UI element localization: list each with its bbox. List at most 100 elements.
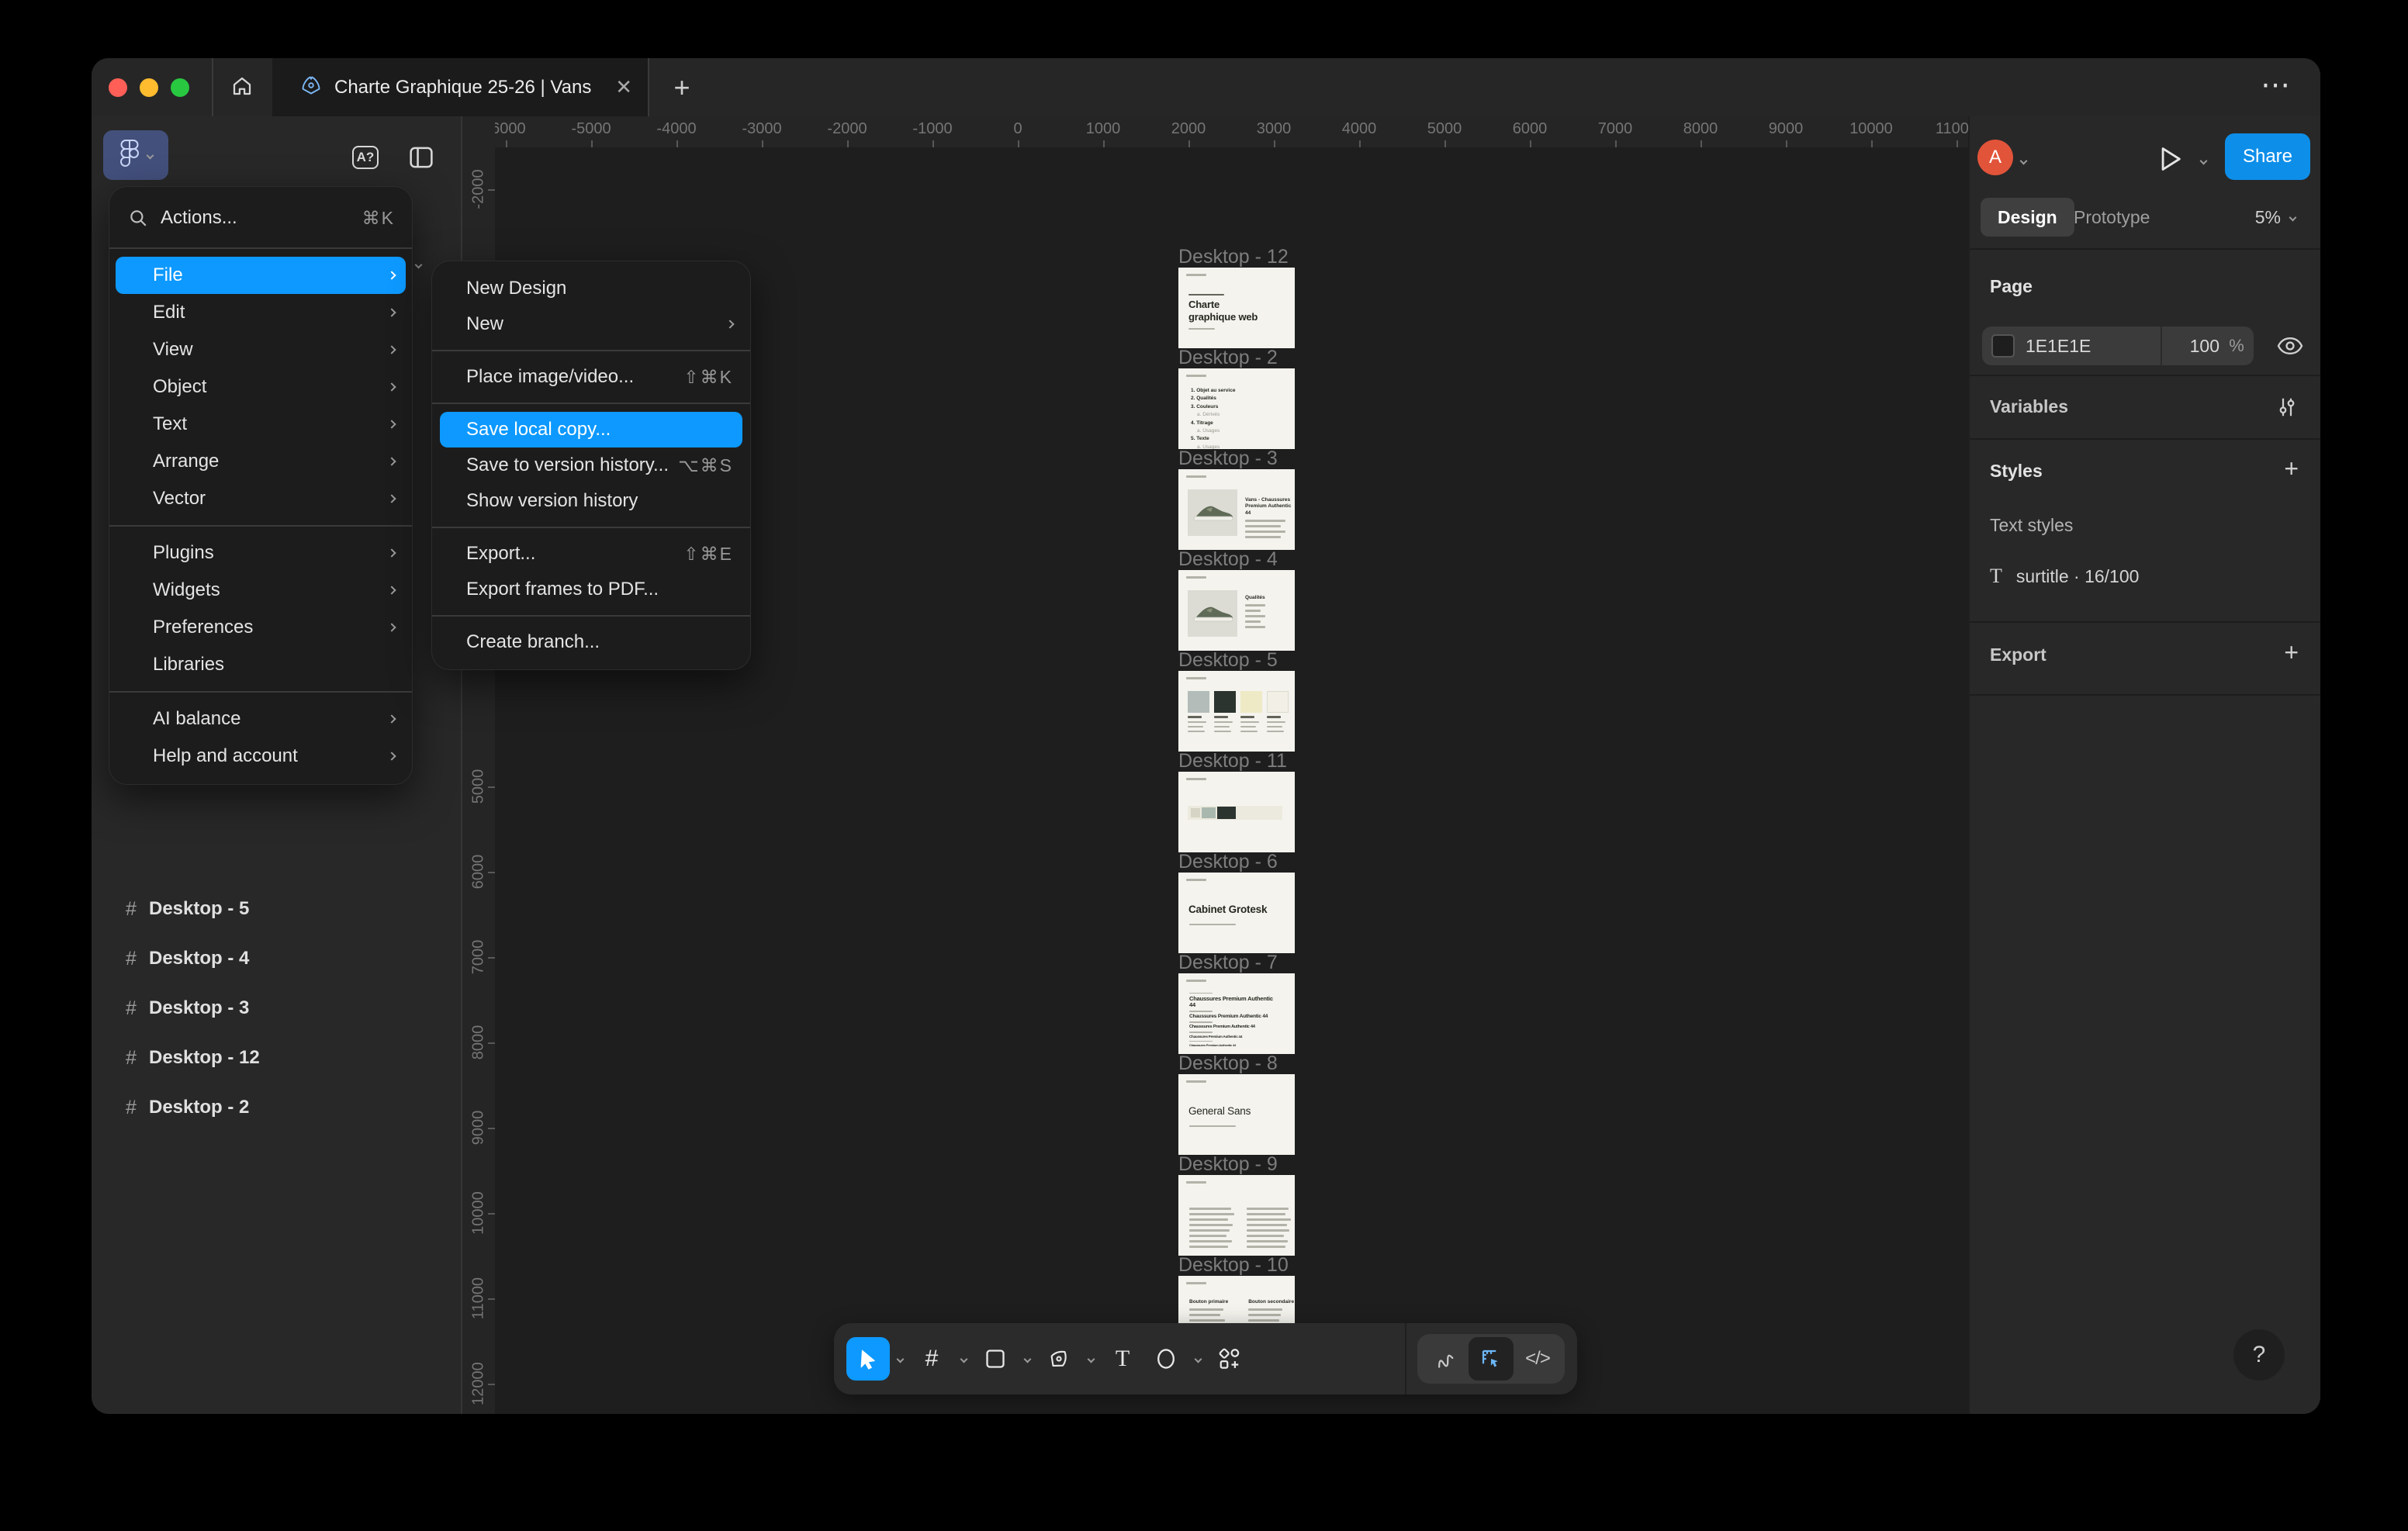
menu-item-text[interactable]: Text	[109, 406, 412, 443]
dev-mode-button[interactable]	[1469, 1337, 1514, 1381]
page-color-hex[interactable]: 1E1E1E	[2026, 336, 2161, 357]
visibility-eye-icon[interactable]	[2277, 335, 2303, 361]
frame-thumbnail-desktop-8[interactable]: General Sans	[1178, 1074, 1295, 1155]
menu-item-arrange[interactable]: Arrange	[109, 443, 412, 480]
share-button[interactable]: Share	[2225, 133, 2310, 180]
pen-tool[interactable]	[1037, 1337, 1081, 1381]
collapse-pages-chevron[interactable]	[416, 257, 421, 271]
menu-item-save-to-version-history[interactable]: Save to version history...⌥⌘S	[432, 448, 750, 483]
help-button[interactable]: ?	[2233, 1329, 2285, 1381]
code-mode-button[interactable]: </>	[1515, 1337, 1560, 1381]
tab-design[interactable]: Design	[1981, 198, 2074, 237]
menu-item-view[interactable]: View	[109, 331, 412, 368]
frame-thumbnail-desktop-12[interactable]: Charte graphique web	[1178, 268, 1295, 348]
draw-mode-button[interactable]	[1422, 1337, 1467, 1381]
add-export-button[interactable]: +	[2284, 638, 2299, 667]
ruler-label: 0	[979, 120, 1057, 138]
ruler-tick	[488, 1298, 495, 1300]
menu-item-ai-balance[interactable]: AI balance	[109, 700, 412, 738]
menu-item-label: Object	[153, 376, 206, 398]
text-style-name: surtitle · 16/100	[2016, 566, 2140, 587]
menu-item-object[interactable]: Object	[109, 368, 412, 406]
page-color-swatch[interactable]	[1991, 334, 2015, 358]
menu-item-preferences[interactable]: Preferences	[109, 609, 412, 646]
ruler-label: 5000	[1406, 120, 1483, 138]
pen-tool-chevron[interactable]	[1081, 1356, 1101, 1362]
close-window-button[interactable]	[109, 78, 127, 97]
frame-thumbnail-desktop-5[interactable]	[1178, 671, 1295, 752]
frame-tool-chevron[interactable]	[953, 1356, 974, 1362]
frame-thumbnail-desktop-9[interactable]	[1178, 1175, 1295, 1256]
frame-thumbnail-desktop-7[interactable]: Chaussures Premium Authentic 44Chaussure…	[1178, 973, 1295, 1054]
menu-item-vector[interactable]: Vector	[109, 480, 412, 517]
frame-thumbnail-desktop-6[interactable]: Cabinet Grotesk	[1178, 873, 1295, 953]
window-more-menu[interactable]: ⋯	[2261, 67, 2292, 102]
menu-item-plugins[interactable]: Plugins	[109, 534, 412, 572]
divider	[1970, 694, 2320, 696]
avatar[interactable]: A	[1977, 140, 2013, 175]
home-button[interactable]	[222, 67, 262, 108]
add-style-button[interactable]: +	[2284, 454, 2299, 483]
frame-thumbnail-desktop-4[interactable]: Qualités	[1178, 570, 1295, 651]
menu-item-create-branch[interactable]: Create branch...	[432, 624, 750, 660]
ruler-label: 8000	[1662, 120, 1739, 138]
sidebar-item-desktop-5[interactable]: #Desktop - 5	[92, 884, 461, 934]
move-tool[interactable]	[846, 1337, 890, 1381]
chevron-right-icon	[389, 384, 395, 390]
zoom-control[interactable]: 5%	[2255, 198, 2296, 237]
zoom-window-button[interactable]	[171, 78, 189, 97]
comment-tool[interactable]	[1144, 1337, 1188, 1381]
actions-tool[interactable]	[1208, 1337, 1251, 1381]
menu-item-place-image-video[interactable]: Place image/video...⇧⌘K	[432, 359, 750, 395]
shape-tool-chevron[interactable]	[1017, 1356, 1037, 1362]
sidebar-item-desktop-4[interactable]: #Desktop - 4	[92, 934, 461, 983]
menu-item-file[interactable]: File	[116, 257, 406, 294]
shape-tool[interactable]	[974, 1337, 1017, 1381]
menu-item-save-local-copy[interactable]: Save local copy...	[440, 412, 742, 448]
menu-item-show-version-history[interactable]: Show version history	[432, 483, 750, 519]
toggle-panel-icon[interactable]	[408, 146, 434, 169]
menu-item-new-design[interactable]: New Design	[432, 271, 750, 306]
tab-prototype[interactable]: Prototype	[2074, 198, 2150, 237]
menu-item-widgets[interactable]: Widgets	[109, 572, 412, 609]
menu-item-edit[interactable]: Edit	[109, 294, 412, 331]
ruler-label: 11000	[1918, 120, 1968, 138]
sidebar-item-desktop-2[interactable]: #Desktop - 2	[92, 1083, 461, 1132]
menu-item-new[interactable]: New	[432, 306, 750, 342]
page-color-row[interactable]: 1E1E1E 100 %	[1982, 327, 2254, 365]
close-tab-icon[interactable]: ✕	[615, 75, 632, 99]
menu-item-actions[interactable]: Actions... ⌘K	[109, 196, 412, 240]
frame-tool[interactable]: #	[910, 1337, 953, 1381]
chevron-down-icon	[146, 151, 154, 159]
menu-shortcut: ⇧⌘E	[683, 544, 733, 565]
minimize-window-button[interactable]	[140, 78, 158, 97]
menu-separator	[432, 350, 750, 351]
file-tab[interactable]: Charte Graphique 25-26 | Vans ✕	[272, 58, 648, 116]
frame-thumbnail-desktop-2[interactable]: 1. Objet au service2. Qualités3. Couleur…	[1178, 368, 1295, 449]
present-button[interactable]	[2157, 144, 2184, 178]
menu-item-help-and-account[interactable]: Help and account	[109, 738, 412, 775]
chevron-right-icon	[389, 753, 395, 759]
text-tool[interactable]: T	[1101, 1337, 1144, 1381]
text-style-item[interactable]: T surtitle · 16/100	[1990, 565, 2139, 588]
mode-toggle-group: </>	[1417, 1334, 1565, 1384]
main-menu-button[interactable]	[103, 130, 168, 180]
present-options-chevron[interactable]	[2201, 154, 2206, 168]
sidebar-item-desktop-3[interactable]: #Desktop - 3	[92, 983, 461, 1033]
frame-thumbnail-desktop-3[interactable]: Vans - Chaussures Premium Authentic 44	[1178, 469, 1295, 550]
frame-thumbnail-desktop-11[interactable]	[1178, 772, 1295, 852]
sidebar-item-desktop-12[interactable]: #Desktop - 12	[92, 1033, 461, 1083]
account-chevron-icon[interactable]	[2021, 154, 2026, 168]
font-missing-icon[interactable]: A?	[352, 146, 379, 169]
frame-label: Desktop - 10	[1178, 1254, 1349, 1277]
menu-item-export[interactable]: Export...⇧⌘E	[432, 536, 750, 572]
frame-label: Desktop - 3	[1178, 448, 1349, 470]
menu-item-export-frames-to-pdf[interactable]: Export frames to PDF...	[432, 572, 750, 607]
home-icon	[230, 74, 254, 102]
variables-icon[interactable]	[2275, 396, 2299, 423]
new-tab-button[interactable]: +	[663, 69, 701, 106]
comment-tool-chevron[interactable]	[1188, 1356, 1208, 1362]
menu-item-libraries[interactable]: Libraries	[109, 646, 412, 683]
move-tool-chevron[interactable]	[890, 1356, 910, 1362]
page-opacity-value[interactable]: 100	[2162, 336, 2219, 357]
